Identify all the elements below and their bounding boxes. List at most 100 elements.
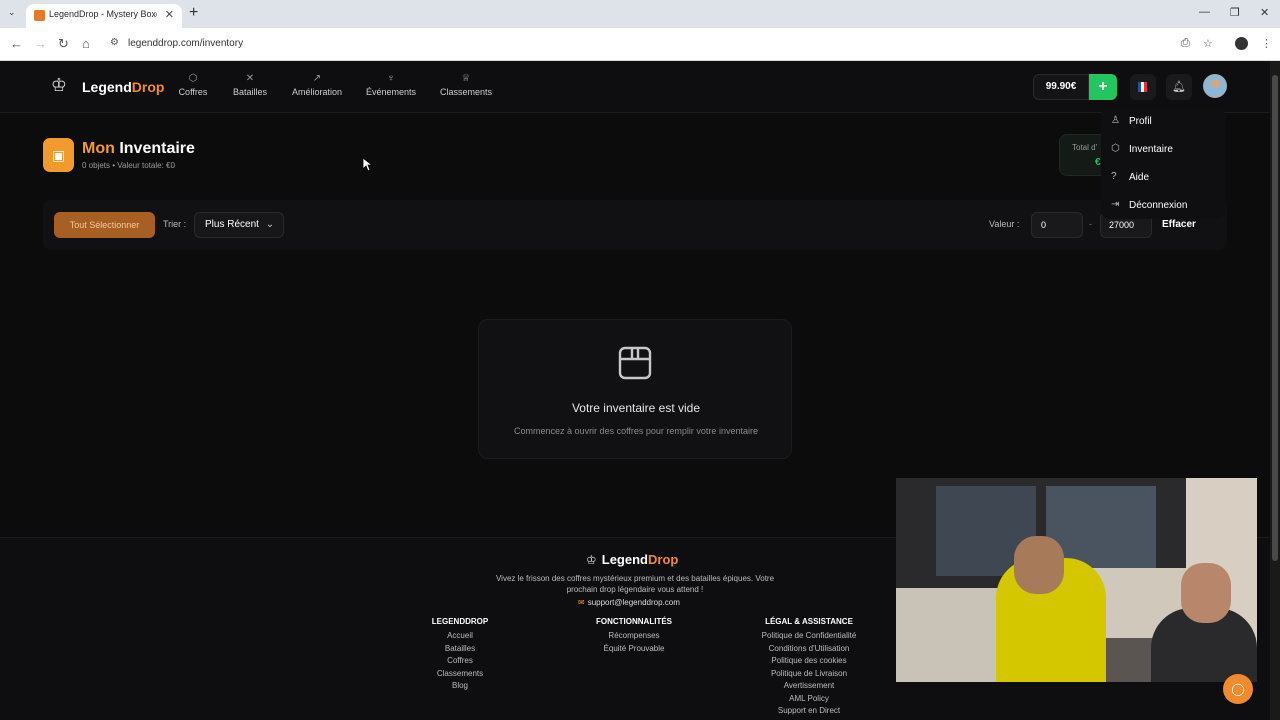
- browser-tab[interactable]: LegendDrop - Mystery Boxes & ✕: [26, 4, 182, 28]
- close-tab-icon[interactable]: ✕: [165, 8, 174, 21]
- tab-search-icon[interactable]: ⌄: [8, 7, 16, 18]
- nav-label: Batailles: [232, 87, 268, 97]
- new-tab-icon[interactable]: +: [189, 4, 198, 22]
- reload-icon[interactable]: ↻: [58, 36, 69, 52]
- crown-icon: ♕: [461, 73, 471, 84]
- menu-item-aide[interactable]: ? Aide: [1101, 165, 1225, 191]
- inventory-toolbar: Tout Sélectionner Trier : Plus Récent ⌄ …: [43, 200, 1227, 250]
- footer-email[interactable]: ✉ support@legenddrop.com: [578, 598, 680, 607]
- cam-person-head: [1014, 536, 1064, 594]
- footer-link[interactable]: Équité Prouvable: [574, 643, 694, 656]
- site-logo[interactable]: LegendDrop: [82, 79, 164, 95]
- url-field[interactable]: ⚙ legenddrop.com/inventory: [104, 33, 1172, 55]
- footer-link[interactable]: Politique des cookies: [749, 655, 869, 668]
- footer-link[interactable]: Avertissement: [749, 680, 869, 693]
- trending-up-icon: ↗: [312, 73, 322, 84]
- language-flag-icon[interactable]: [1130, 74, 1156, 100]
- nav-label: Événements: [365, 87, 417, 97]
- restore-icon[interactable]: ❐: [1230, 6, 1240, 19]
- cam-person-head: [1181, 563, 1231, 623]
- trophy-icon: ♆: [387, 73, 395, 84]
- menu-item-inventaire[interactable]: ⬡ Inventaire: [1101, 137, 1225, 163]
- profile-avatar-icon[interactable]: [1235, 37, 1248, 50]
- footer-link[interactable]: Batailles: [400, 643, 520, 656]
- package-icon: [618, 346, 652, 380]
- footer-logo-accent: Drop: [648, 552, 679, 567]
- browser-tab-strip: ⌄ LegendDrop - Mystery Boxes & ✕ + — ❐ ✕: [0, 0, 1280, 28]
- user-avatar[interactable]: [1203, 74, 1227, 98]
- footer-link[interactable]: Politique de Confidentialité: [749, 630, 869, 643]
- scrollbar-thumb[interactable]: [1272, 75, 1278, 561]
- nav-evenements[interactable]: ♆ Événements: [365, 73, 417, 97]
- footer-tagline: Vivez le frisson des coffres mystérieux …: [495, 574, 775, 594]
- title-rest: Inventaire: [114, 140, 195, 157]
- footer-link[interactable]: Conditions d'Utilisation: [749, 643, 869, 656]
- add-funds-button[interactable]: +: [1089, 74, 1117, 100]
- close-window-icon[interactable]: ✕: [1260, 6, 1269, 19]
- footer-link[interactable]: Récompenses: [574, 630, 694, 643]
- footer-link[interactable]: Accueil: [400, 630, 520, 643]
- menu-item-profil[interactable]: ♙ Profil: [1101, 109, 1225, 135]
- nav-label: Classements: [439, 87, 493, 97]
- menu-item-label: Aide: [1129, 172, 1150, 183]
- mouse-cursor-icon: [362, 157, 372, 172]
- nav-coffres[interactable]: ⬡ Coffres: [176, 73, 210, 97]
- nav-label: Coffres: [178, 87, 208, 97]
- chat-icon[interactable]: ◯: [1223, 674, 1253, 704]
- footer-link[interactable]: Politique de Livraison: [749, 668, 869, 681]
- user-icon: ♙: [1111, 115, 1120, 126]
- back-icon[interactable]: ←: [10, 36, 23, 51]
- footer-logo[interactable]: ♔ LegendDrop: [586, 552, 678, 567]
- site-info-icon[interactable]: ⚙: [110, 37, 119, 48]
- logo-icon[interactable]: ♔: [48, 75, 70, 97]
- bell-icon[interactable]: 🔔︎: [1166, 74, 1192, 100]
- footer-col-heading: FONCTIONNALITÉS: [596, 617, 672, 626]
- clear-filters-button[interactable]: Effacer: [1162, 219, 1196, 230]
- help-circle-icon: ?: [1111, 171, 1117, 182]
- footer-link[interactable]: Blog: [400, 680, 520, 693]
- footer-logo-main: Legend: [601, 552, 648, 567]
- sort-select[interactable]: Plus Récent ⌄: [194, 212, 284, 238]
- footer-link[interactable]: Support en Direct: [749, 705, 869, 718]
- menu-item-label: Profil: [1129, 116, 1152, 127]
- nav-label: Amélioration: [291, 87, 343, 97]
- email-text: support@legenddrop.com: [587, 598, 680, 607]
- page-scrollbar[interactable]: [1270, 61, 1280, 720]
- url-text: legenddrop.com/inventory: [128, 38, 244, 49]
- footer-link[interactable]: Classements: [400, 668, 520, 681]
- webcam-overlay: [896, 478, 1257, 682]
- title-accent: Mon: [82, 140, 115, 157]
- minimize-icon[interactable]: —: [1199, 6, 1210, 18]
- select-all-button[interactable]: Tout Sélectionner: [54, 212, 155, 238]
- total-value: €: [1095, 157, 1101, 168]
- install-icon[interactable]: ⎙: [1181, 37, 1190, 50]
- footer-link[interactable]: AML Policy: [749, 693, 869, 706]
- box-icon: ⬡: [188, 73, 198, 84]
- footer-col-heading: LÉGAL & ASSISTANCE: [765, 617, 853, 626]
- swords-icon: ✕: [245, 73, 255, 84]
- value-min-input[interactable]: 0: [1031, 212, 1083, 238]
- nav-batailles[interactable]: ✕ Batailles: [231, 73, 269, 97]
- sort-value: Plus Récent: [205, 219, 259, 230]
- menu-item-deconnexion[interactable]: ⇥ Déconnexion: [1101, 193, 1225, 219]
- site-header: ♔ LegendDrop ⬡ Coffres ✕ Batailles ↗ Amé…: [0, 61, 1270, 113]
- logo-icon: ♔: [586, 553, 597, 567]
- tab-title: LegendDrop - Mystery Boxes &: [49, 9, 157, 19]
- nav-amelioration[interactable]: ↗ Amélioration: [290, 73, 344, 97]
- home-icon[interactable]: ⌂: [82, 36, 90, 51]
- footer-col-fonctionnalites: FONCTIONNALITÉS Récompenses Équité Prouv…: [574, 617, 694, 655]
- nav-classements[interactable]: ♕ Classements: [439, 73, 493, 97]
- logo-text-main: Legend: [82, 79, 132, 95]
- inventory-page-icon: ▣: [43, 138, 74, 172]
- favicon-icon: [34, 10, 45, 21]
- menu-item-label: Inventaire: [1129, 144, 1173, 155]
- forward-icon[interactable]: →: [34, 36, 47, 51]
- footer-link[interactable]: Coffres: [400, 655, 520, 668]
- sort-label: Trier :: [163, 219, 187, 229]
- menu-icon[interactable]: ⋮: [1261, 37, 1272, 50]
- balance-display[interactable]: 99.90€: [1033, 74, 1089, 100]
- logout-icon: ⇥: [1111, 199, 1120, 210]
- page-title: Mon Inventaire: [82, 140, 195, 158]
- menu-item-label: Déconnexion: [1129, 200, 1188, 211]
- bookmark-star-icon[interactable]: ☆: [1203, 37, 1213, 50]
